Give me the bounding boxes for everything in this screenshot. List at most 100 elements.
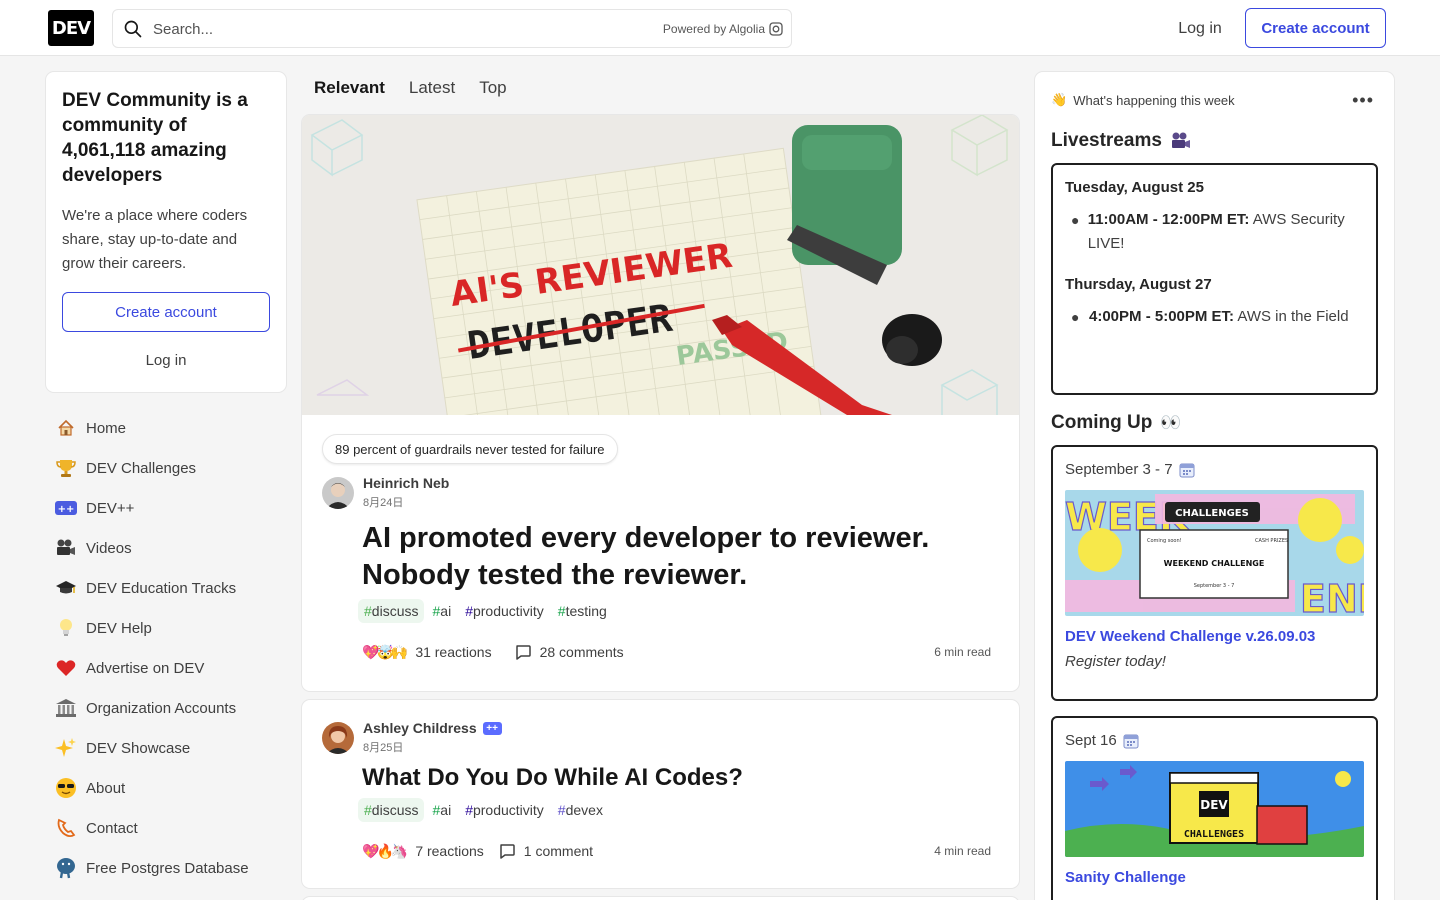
coming-up-event-card[interactable]: September 3 - 7 WEEK END CHALLENGES Comi… xyxy=(1051,445,1378,701)
intro-body: We're a place where coders share, stay u… xyxy=(62,207,248,272)
search-bar[interactable]: Powered by Algolia xyxy=(112,9,792,48)
tag-productivity[interactable]: #productivity xyxy=(459,798,550,822)
tag-ai[interactable]: #ai xyxy=(426,599,457,623)
sidebar-item-dev-help[interactable]: DEV Help xyxy=(46,608,286,648)
tab-relevant[interactable]: Relevant xyxy=(302,76,397,104)
tag-testing[interactable]: #testing xyxy=(552,599,613,623)
more-options-icon[interactable]: ••• xyxy=(1352,90,1374,111)
event-date: Sept 16 xyxy=(1065,732,1364,749)
tag-discuss[interactable]: #discuss xyxy=(358,798,425,822)
author-name[interactable]: Ashley Childress ++ xyxy=(363,720,502,736)
raised-hands-icon: 🙌 xyxy=(390,643,409,660)
sanity-challenge-banner[interactable]: DEV CHALLENGES xyxy=(1065,761,1364,857)
post-card[interactable]: Ashley Childress ++ 8月25日 What Do You Do … xyxy=(302,700,1019,888)
avatar[interactable] xyxy=(322,477,354,509)
lightbulb-icon xyxy=(54,616,78,640)
post-author[interactable]: Ashley Childress ++ 8月25日 xyxy=(322,720,502,755)
svg-text:++: ++ xyxy=(58,504,75,515)
tag-devex[interactable]: #devex xyxy=(552,798,609,822)
post-date[interactable]: 8月24日 xyxy=(363,494,449,510)
comments-button[interactable]: 1 comment xyxy=(498,842,593,860)
sidebar-item-advertise[interactable]: Advertise on DEV xyxy=(46,648,286,688)
sidebar-item-label: DEV Help xyxy=(86,619,152,637)
sidebar-item-label: Organization Accounts xyxy=(86,699,237,717)
sidebar-item-free-postgres[interactable]: Free Postgres Database xyxy=(46,848,286,888)
intro-title: DEV Community is a community of 4,061,11… xyxy=(62,90,248,186)
sidebar-item-label: Advertise on DEV xyxy=(86,659,205,677)
comment-icon xyxy=(500,844,515,859)
intro-login-link[interactable]: Log in xyxy=(62,340,270,380)
login-link[interactable]: Log in xyxy=(1164,9,1236,48)
devplusplus-badge-icon: ++ xyxy=(482,721,502,735)
post-author[interactable]: Heinrich Neb 8月24日 xyxy=(322,475,449,510)
tab-top[interactable]: Top xyxy=(467,76,518,104)
post-card[interactable]: AI'S REVIEWER DEVELOPER PASSED 89 percen… xyxy=(302,115,1019,691)
tag-discuss[interactable]: #discuss xyxy=(358,599,425,623)
sidebar-item-videos[interactable]: Videos xyxy=(46,528,286,568)
reactions-button[interactable]: 💖 🔥 🦄 7 reactions xyxy=(362,843,484,860)
waving-hand-icon: 👋 xyxy=(1051,92,1068,107)
read-time: 4 min read xyxy=(934,844,991,858)
svg-text:CHALLENGES: CHALLENGES xyxy=(1184,829,1244,840)
dev-logo[interactable]: DEV xyxy=(48,10,94,46)
sidebar-item-home[interactable]: Home xyxy=(46,408,286,448)
reactions-button[interactable]: 💖 🤯 🙌 31 reactions xyxy=(362,644,492,661)
sidebar-item-label: Home xyxy=(86,419,127,437)
tab-latest[interactable]: Latest xyxy=(397,76,467,104)
sidebar-item-contact[interactable]: Contact xyxy=(46,808,286,848)
sidebar-item-about[interactable]: About xyxy=(46,768,286,808)
tag-ai[interactable]: #ai xyxy=(426,798,457,822)
sidebar-item-dev-education-tracks[interactable]: DEV Education Tracks xyxy=(46,568,286,608)
post-tags: #discuss #ai #productivity #testing xyxy=(358,599,613,623)
comments-button[interactable]: 28 comments xyxy=(514,643,624,661)
unicorn-icon: 🦄 xyxy=(390,842,409,859)
svg-text:Coming soon!: Coming soon! xyxy=(1147,538,1182,544)
svg-text:CASH PRIZES: CASH PRIZES xyxy=(1255,538,1288,544)
sidebar-item-organization-accounts[interactable]: Organization Accounts xyxy=(46,688,286,728)
search-input[interactable] xyxy=(153,17,633,41)
coming-up-event-card[interactable]: Sept 16 DEV CHALLENGES Sanity Challenge xyxy=(1051,716,1378,900)
weekend-challenge-banner[interactable]: WEEK END CHALLENGES Coming soon! CASH PR… xyxy=(1065,490,1364,616)
sidebar-item-label: Videos xyxy=(86,539,132,557)
livestream-day: Thursday, August 27 xyxy=(1065,276,1212,293)
coming-up-heading: Coming Up 👀 xyxy=(1051,412,1182,433)
sidebar-item-devplusplus[interactable]: ++ DEV++ xyxy=(46,488,286,528)
classical-building-icon xyxy=(54,696,78,720)
event-title-link[interactable]: DEV Weekend Challenge v.26.09.03 xyxy=(1065,628,1364,645)
eyes-icon: 👀 xyxy=(1160,413,1182,432)
intro-create-account-button[interactable]: Create account xyxy=(62,292,270,332)
feed-tabs: Relevant Latest Top xyxy=(302,76,519,104)
sunglasses-icon xyxy=(54,776,78,800)
sidebar-item-label: DEV Education Tracks xyxy=(86,579,237,597)
author-name[interactable]: Heinrich Neb xyxy=(363,475,449,491)
reactions-count: 7 reactions xyxy=(415,843,484,859)
read-time: 6 min read xyxy=(934,645,991,659)
create-account-button[interactable]: Create account xyxy=(1245,8,1386,48)
livestream-event[interactable]: ● 11:00AM - 12:00PM ET: AWS Security LIV… xyxy=(1071,208,1364,256)
post-title[interactable]: AI promoted every developer to reviewer.… xyxy=(362,520,929,594)
video-camera-icon xyxy=(54,536,78,560)
calendar-icon xyxy=(1123,734,1139,748)
svg-text:CHALLENGES: CHALLENGES xyxy=(1175,508,1249,519)
post-meta: 💖 🔥 🦄 7 reactions 1 comment 4 min read xyxy=(362,842,991,860)
sidebar-item-dev-showcase[interactable]: DEV Showcase xyxy=(46,728,286,768)
comments-count: 1 comment xyxy=(523,843,594,859)
post-date[interactable]: 8月25日 xyxy=(363,739,502,755)
post-tags: #discuss #ai #productivity #devex xyxy=(358,798,609,822)
comment-icon xyxy=(515,645,531,660)
event-title-link[interactable]: Sanity Challenge xyxy=(1065,869,1364,886)
algolia-attribution[interactable]: Powered by Algolia xyxy=(663,22,783,36)
tag-productivity[interactable]: #productivity xyxy=(459,599,550,623)
post-cover-image[interactable]: AI'S REVIEWER DEVELOPER PASSED xyxy=(302,115,1019,415)
reactions-count: 31 reactions xyxy=(415,644,492,660)
sidebar-item-dev-challenges[interactable]: DEV Challenges xyxy=(46,448,286,488)
avatar[interactable] xyxy=(322,722,354,754)
svg-text:September 3 - 7: September 3 - 7 xyxy=(1194,583,1235,589)
livestream-event[interactable]: ● 4:00PM - 5:00PM ET: AWS in the Field xyxy=(1071,305,1364,329)
sparkles-icon xyxy=(54,736,78,760)
livestreams-heading: Livestreams xyxy=(1051,130,1192,152)
sidebar-item-label: Contact xyxy=(86,819,138,837)
livestream-day: Tuesday, August 25 xyxy=(1065,179,1204,196)
postgres-elephant-icon xyxy=(54,856,78,880)
post-title[interactable]: What Do You Do While AI Codes? xyxy=(362,762,743,794)
